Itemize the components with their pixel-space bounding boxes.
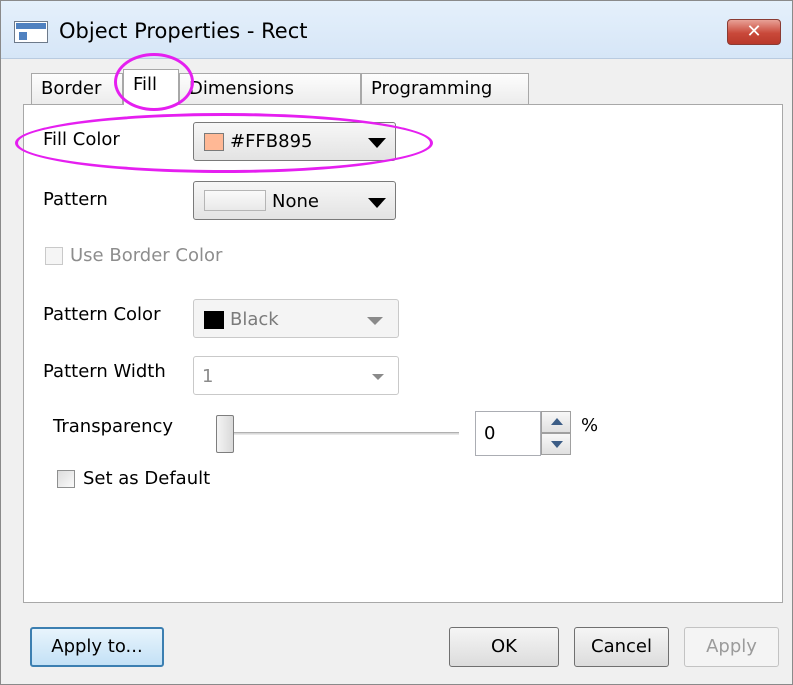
pattern-width-value: 1 bbox=[202, 366, 214, 387]
transparency-slider-thumb[interactable] bbox=[216, 415, 234, 453]
set-as-default-label: Set as Default bbox=[83, 468, 211, 489]
chevron-down-icon bbox=[368, 138, 386, 148]
pattern-width-label: Pattern Width bbox=[43, 361, 166, 382]
chevron-down-icon bbox=[372, 374, 384, 380]
transparency-value: 0 bbox=[484, 423, 496, 444]
tab-fill[interactable]: Fill bbox=[123, 69, 179, 105]
close-icon: ✕ bbox=[746, 21, 762, 42]
fill-color-label: Fill Color bbox=[43, 129, 120, 150]
arrow-down-icon bbox=[551, 441, 563, 448]
pattern-color-label: Pattern Color bbox=[43, 304, 161, 325]
transparency-spin-down-button[interactable] bbox=[541, 433, 571, 455]
pattern-label: Pattern bbox=[43, 189, 108, 210]
transparency-slider-track[interactable] bbox=[233, 432, 459, 435]
pattern-width-dropdown[interactable]: 1 bbox=[193, 356, 399, 395]
title-bar: Object Properties - Rect ✕ bbox=[1, 1, 792, 59]
object-properties-dialog: Object Properties - Rect ✕ Border Fill D… bbox=[0, 0, 793, 685]
pattern-preview bbox=[204, 190, 266, 211]
use-border-color-checkbox[interactable] bbox=[45, 247, 63, 265]
chevron-down-icon bbox=[368, 198, 386, 208]
pattern-color-swatch bbox=[204, 311, 224, 329]
cancel-button[interactable]: Cancel bbox=[574, 627, 669, 667]
fill-tab-panel bbox=[23, 104, 783, 603]
close-button[interactable]: ✕ bbox=[727, 19, 781, 45]
tab-border[interactable]: Border bbox=[31, 73, 123, 104]
transparency-input[interactable]: 0 bbox=[475, 411, 541, 456]
apply-to-button[interactable]: Apply to... bbox=[30, 627, 164, 667]
tab-dimensions[interactable]: Dimensions bbox=[179, 73, 361, 104]
fill-color-value: #FFB895 bbox=[230, 131, 313, 152]
ok-button[interactable]: OK bbox=[449, 627, 559, 667]
window-icon bbox=[14, 21, 48, 43]
pattern-value: None bbox=[272, 191, 319, 212]
pattern-color-value: Black bbox=[230, 309, 279, 330]
window-title: Object Properties - Rect bbox=[59, 19, 308, 43]
tab-programming[interactable]: Programming bbox=[361, 73, 529, 104]
use-border-color-label: Use Border Color bbox=[70, 245, 223, 266]
transparency-unit: % bbox=[581, 415, 599, 436]
transparency-label: Transparency bbox=[53, 416, 174, 437]
set-as-default-checkbox[interactable] bbox=[57, 470, 75, 488]
pattern-dropdown[interactable]: None bbox=[193, 181, 396, 220]
fill-color-dropdown[interactable]: #FFB895 bbox=[193, 122, 396, 161]
arrow-up-icon bbox=[551, 418, 563, 425]
pattern-color-dropdown[interactable]: Black bbox=[193, 299, 399, 338]
fill-color-swatch bbox=[204, 133, 224, 151]
chevron-down-icon bbox=[367, 317, 383, 325]
apply-button[interactable]: Apply bbox=[684, 627, 779, 667]
transparency-spin-up-button[interactable] bbox=[541, 411, 571, 433]
